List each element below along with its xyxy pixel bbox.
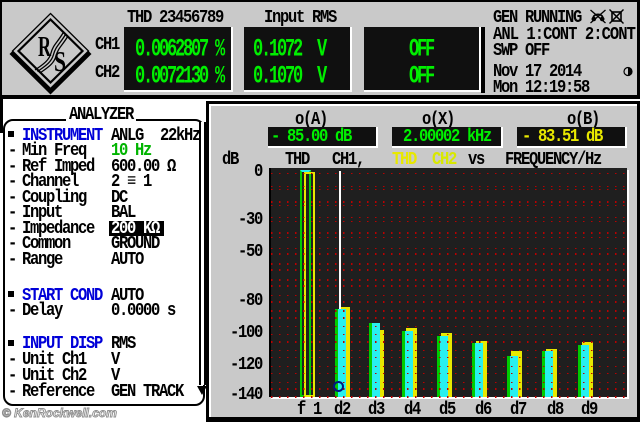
svg-text:R: R [38, 32, 51, 63]
svg-text:S: S [54, 47, 66, 78]
